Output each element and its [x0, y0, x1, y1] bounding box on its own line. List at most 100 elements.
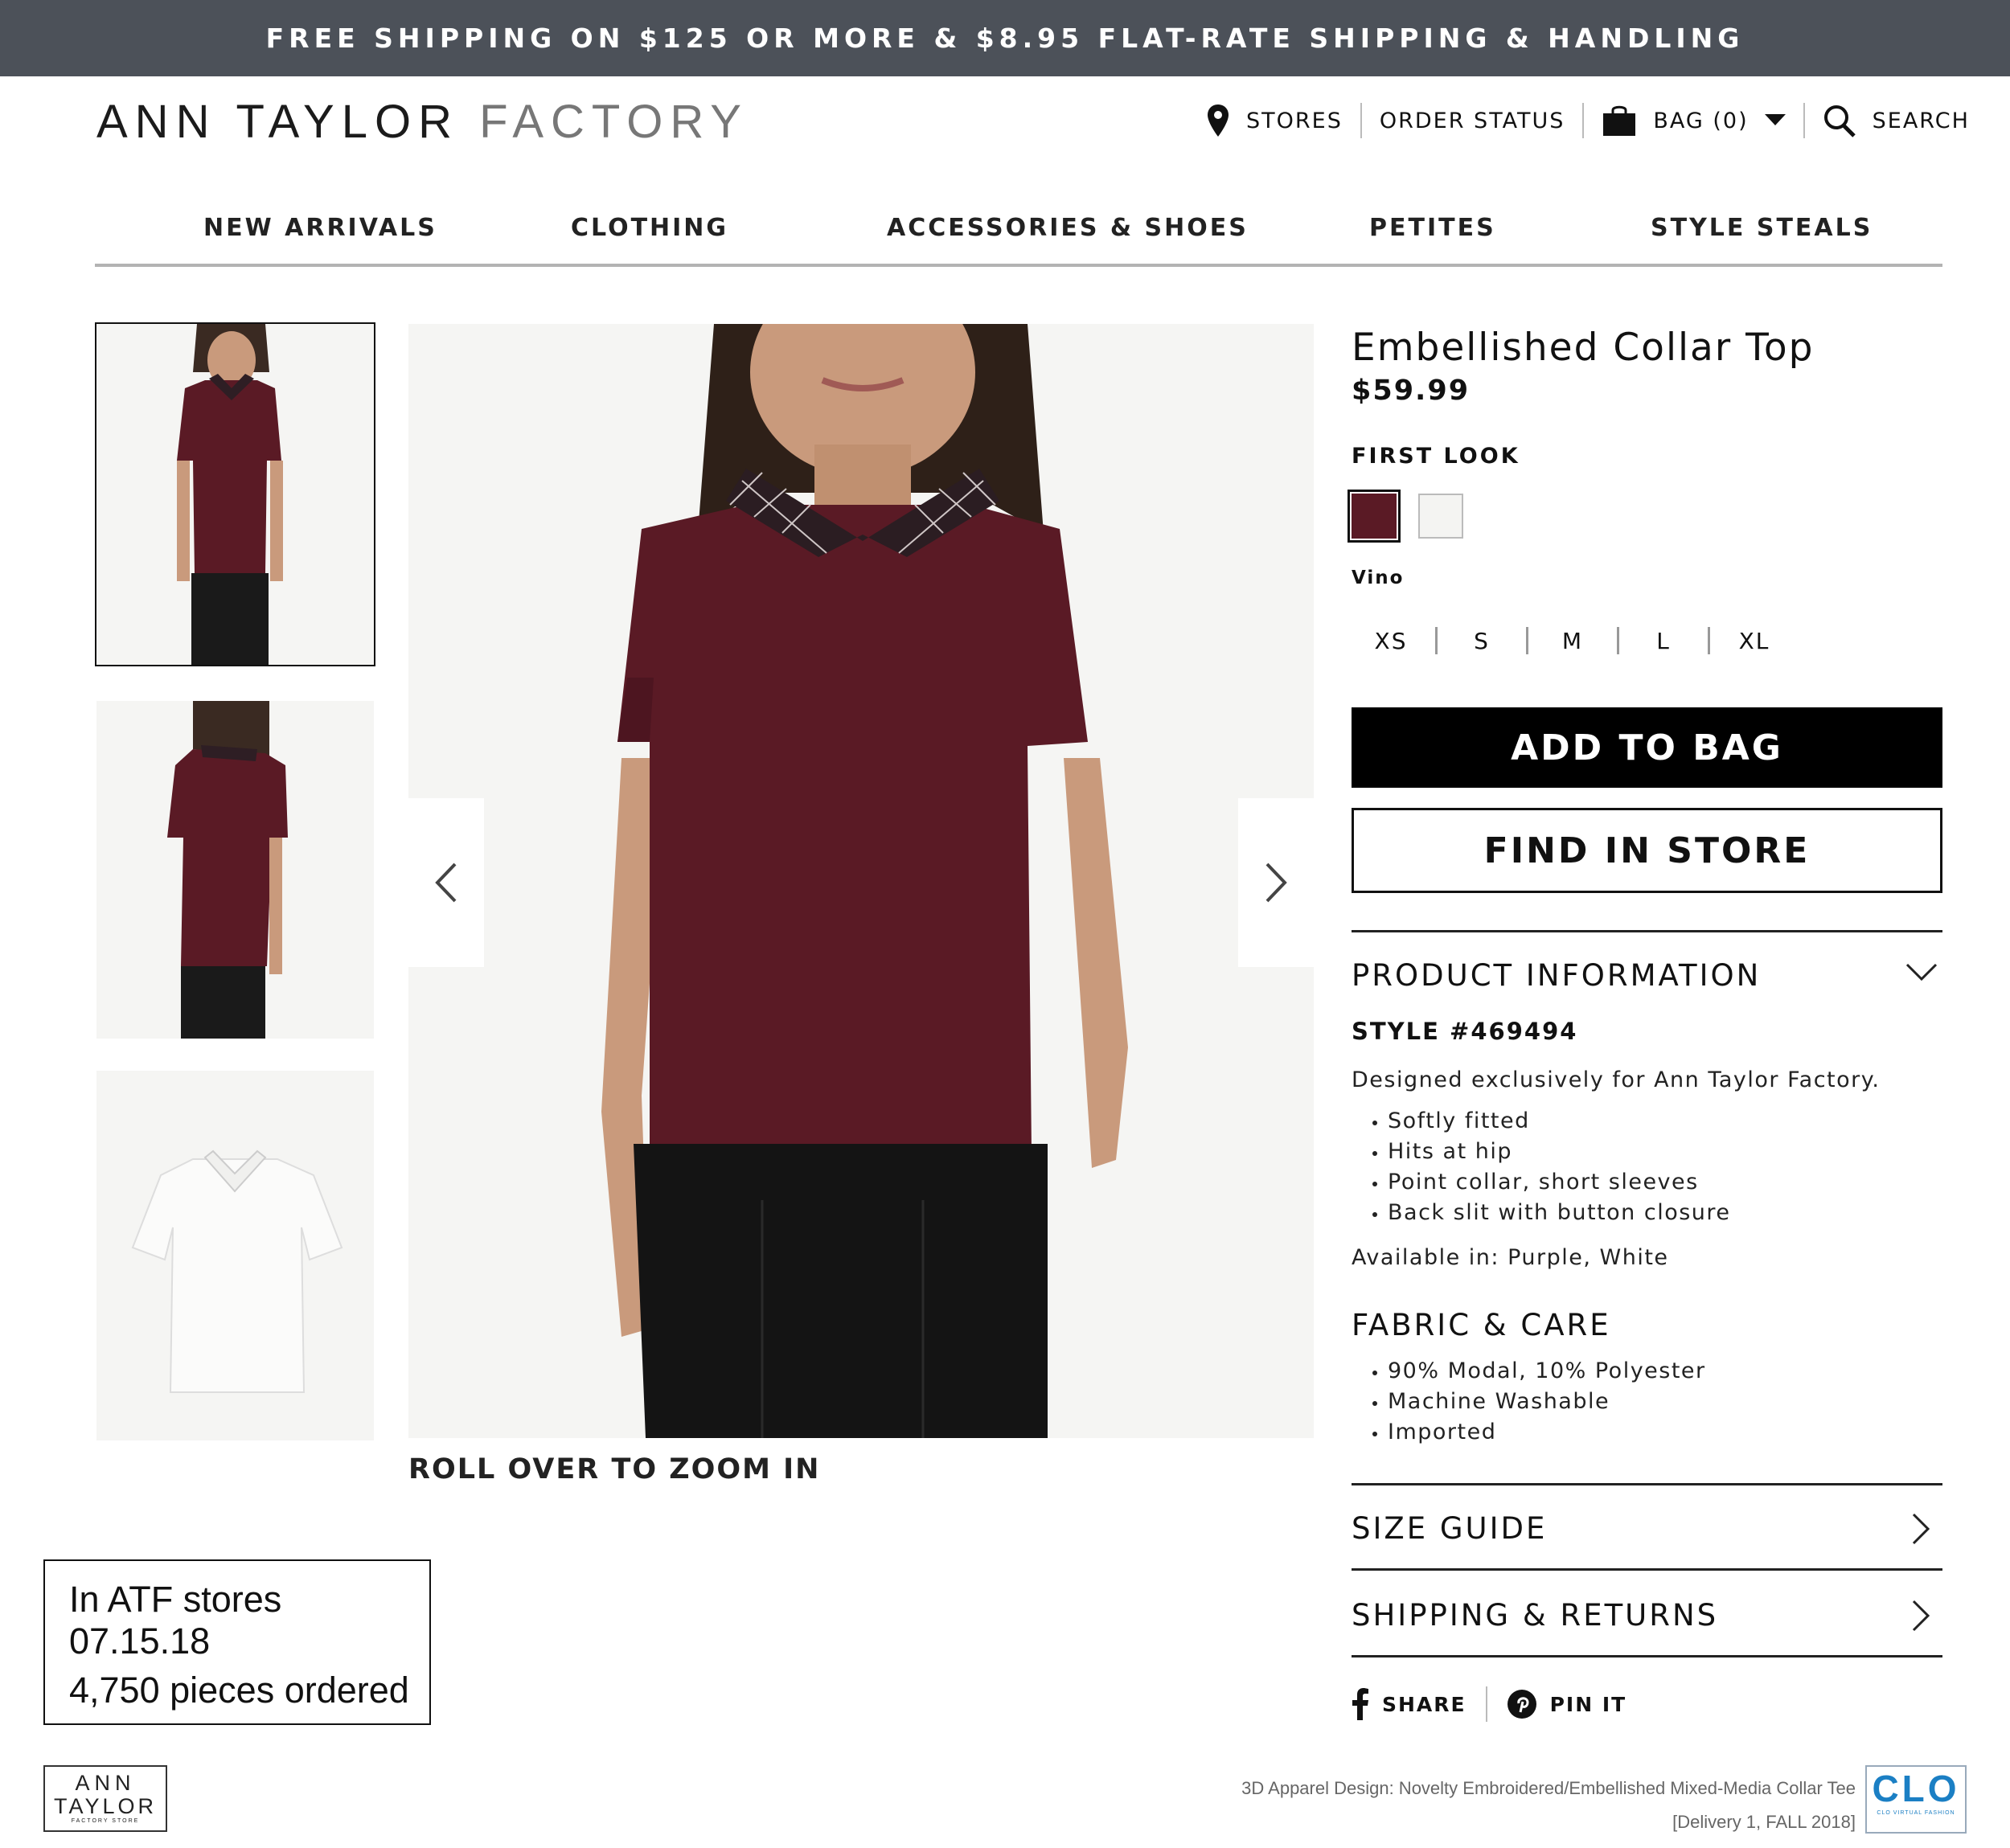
facebook-icon [1352, 1688, 1368, 1720]
shipping-returns-label: SHIPPING & RETURNS [1352, 1598, 1719, 1633]
size-m[interactable]: M [1549, 628, 1597, 654]
stores-label: STORES [1246, 108, 1343, 133]
bag-label: BAG (0) [1653, 108, 1749, 133]
annotation-line: 4,750 pieces ordered [69, 1670, 409, 1711]
size-xs[interactable]: XS [1367, 628, 1415, 654]
thumbnail-back[interactable] [96, 701, 374, 1039]
chevron-down-icon [1905, 963, 1938, 981]
pin-label: PIN IT [1549, 1692, 1627, 1716]
product-photo-white [96, 1071, 374, 1440]
utility-nav: STORES ORDER STATUS BAG (0) SEARCH [1188, 96, 1987, 145]
credit-line: 3D Apparel Design: Novelty Embroidered/E… [1241, 1778, 1856, 1798]
list-item: Softly fitted [1388, 1106, 1731, 1137]
add-to-bag-button[interactable]: ADD TO BAG [1352, 707, 1942, 788]
size-xl[interactable]: XL [1730, 628, 1778, 654]
product-description: Designed exclusively for Ann Taylor Fact… [1352, 1067, 1881, 1092]
chevron-right-icon [1912, 1600, 1930, 1632]
facebook-share-button[interactable]: SHARE [1352, 1688, 1486, 1720]
size-l[interactable]: L [1639, 628, 1688, 654]
clo-subtitle: CLO VIRTUAL FASHION [1877, 1810, 1955, 1816]
product-information-toggle[interactable]: PRODUCT INFORMATION [1352, 958, 1942, 993]
size-selector: XS S M L XL [1367, 627, 1778, 654]
swatch-vino[interactable] [1348, 490, 1401, 543]
main-product-image[interactable] [408, 324, 1314, 1438]
credit-line: [Delivery 1, FALL 2018] [1672, 1812, 1856, 1832]
share-label: SHARE [1382, 1692, 1466, 1716]
chevron-down-icon [1764, 114, 1786, 125]
thumbnail-front[interactable] [95, 322, 375, 666]
shipping-returns-link[interactable]: SHIPPING & RETURNS [1352, 1598, 1942, 1633]
main-nav: NEW ARRIVALS CLOTHING ACCESSORIES & SHOE… [95, 207, 1942, 267]
nav-clothing[interactable]: CLOTHING [571, 214, 728, 242]
nav-new-arrivals[interactable]: NEW ARRIVALS [203, 214, 437, 242]
size-s[interactable]: S [1458, 628, 1506, 654]
logo-brand: ANN TAYLOR [96, 96, 459, 148]
product-photo-main [408, 324, 1314, 1438]
divider [1352, 1568, 1942, 1571]
product-title: Embellished Collar Top [1352, 326, 1815, 370]
product-photo-front [96, 324, 374, 665]
pinterest-button[interactable]: PIN IT [1507, 1689, 1647, 1719]
thumbnail-white[interactable] [96, 1071, 374, 1440]
divider [1352, 1655, 1942, 1657]
chevron-right-icon [1265, 863, 1287, 903]
product-price: $59.99 [1352, 375, 1471, 407]
size-guide-link[interactable]: SIZE GUIDE [1352, 1511, 1942, 1546]
nav-style-steals[interactable]: STYLE STEALS [1651, 214, 1873, 242]
logo-line: TAYLOR [53, 1794, 158, 1818]
pinterest-icon [1507, 1690, 1536, 1719]
divider [1617, 627, 1619, 654]
list-item: 90% Modal, 10% Polyester [1388, 1356, 1706, 1387]
divider [1435, 627, 1438, 654]
annotation-line: In ATF stores 07.15.18 [69, 1579, 282, 1662]
logo-line: ANN [75, 1771, 136, 1795]
list-item: Back slit with button closure [1388, 1198, 1731, 1228]
swatch-white[interactable] [1418, 494, 1463, 539]
promo-text: FREE SHIPPING ON $125 OR MORE & $8.95 FL… [265, 23, 1745, 54]
availability-text: Available in: Purple, White [1352, 1245, 1669, 1270]
style-number: STYLE #469494 [1352, 1018, 1578, 1045]
ann-taylor-footer-logo: ANN TAYLOR FACTORY STORE [43, 1765, 167, 1832]
feature-list: Softly fitted Hits at hip Point collar, … [1359, 1106, 1731, 1228]
site-logo[interactable]: ANN TAYLOR FACTORY [96, 95, 749, 149]
share-row: SHARE PIN IT [1352, 1686, 1646, 1722]
nav-petites[interactable]: PETITES [1369, 214, 1496, 242]
location-pin-icon [1208, 104, 1229, 137]
product-information-heading: PRODUCT INFORMATION [1352, 958, 1762, 993]
order-status-link[interactable]: ORDER STATUS [1362, 109, 1583, 133]
stores-link[interactable]: STORES [1188, 103, 1360, 138]
list-item: Hits at hip [1388, 1137, 1731, 1167]
divider [1485, 1686, 1487, 1722]
nav-accessories-shoes[interactable]: ACCESSORIES & SHOES [887, 214, 1249, 242]
list-item: Imported [1388, 1417, 1706, 1448]
selected-color-name: Vino [1352, 568, 1405, 588]
search-label: SEARCH [1872, 108, 1970, 133]
list-item: Machine Washable [1388, 1387, 1706, 1417]
zoom-hint: ROLL OVER TO ZOOM IN [408, 1453, 821, 1485]
fabric-list: 90% Modal, 10% Polyester Machine Washabl… [1359, 1356, 1706, 1448]
list-item: Point collar, short sleeves [1388, 1167, 1731, 1198]
shopping-bag-icon [1603, 105, 1636, 136]
order-status-label: ORDER STATUS [1379, 108, 1565, 133]
search-link[interactable]: SEARCH [1805, 104, 1987, 137]
divider [1352, 1483, 1942, 1485]
prev-image-button[interactable] [408, 798, 484, 967]
divider [1708, 627, 1710, 654]
annotation-box: In ATF stores 07.15.18 4,750 pieces orde… [43, 1559, 431, 1725]
fabric-care-heading: FABRIC & CARE [1352, 1308, 1611, 1342]
promo-banner: FREE SHIPPING ON $125 OR MORE & $8.95 FL… [0, 0, 2010, 76]
chevron-left-icon [435, 863, 457, 903]
find-in-store-button[interactable]: FIND IN STORE [1352, 808, 1942, 893]
logo-line: FACTORY STORE [71, 1818, 140, 1824]
logo-factory: FACTORY [479, 96, 749, 148]
chevron-right-icon [1912, 1513, 1930, 1545]
next-image-button[interactable] [1238, 798, 1314, 967]
size-guide-label: SIZE GUIDE [1352, 1511, 1548, 1546]
search-icon [1823, 105, 1856, 137]
divider [1352, 930, 1942, 932]
color-label: FIRST LOOK [1352, 444, 1520, 469]
clo-logo: CLO CLO VIRTUAL FASHION [1865, 1765, 1967, 1834]
bag-link[interactable]: BAG (0) [1584, 104, 1803, 137]
design-credit: 3D Apparel Design: Novelty Embroidered/E… [1241, 1772, 1856, 1839]
clo-wordmark: CLO [1872, 1768, 1960, 1809]
